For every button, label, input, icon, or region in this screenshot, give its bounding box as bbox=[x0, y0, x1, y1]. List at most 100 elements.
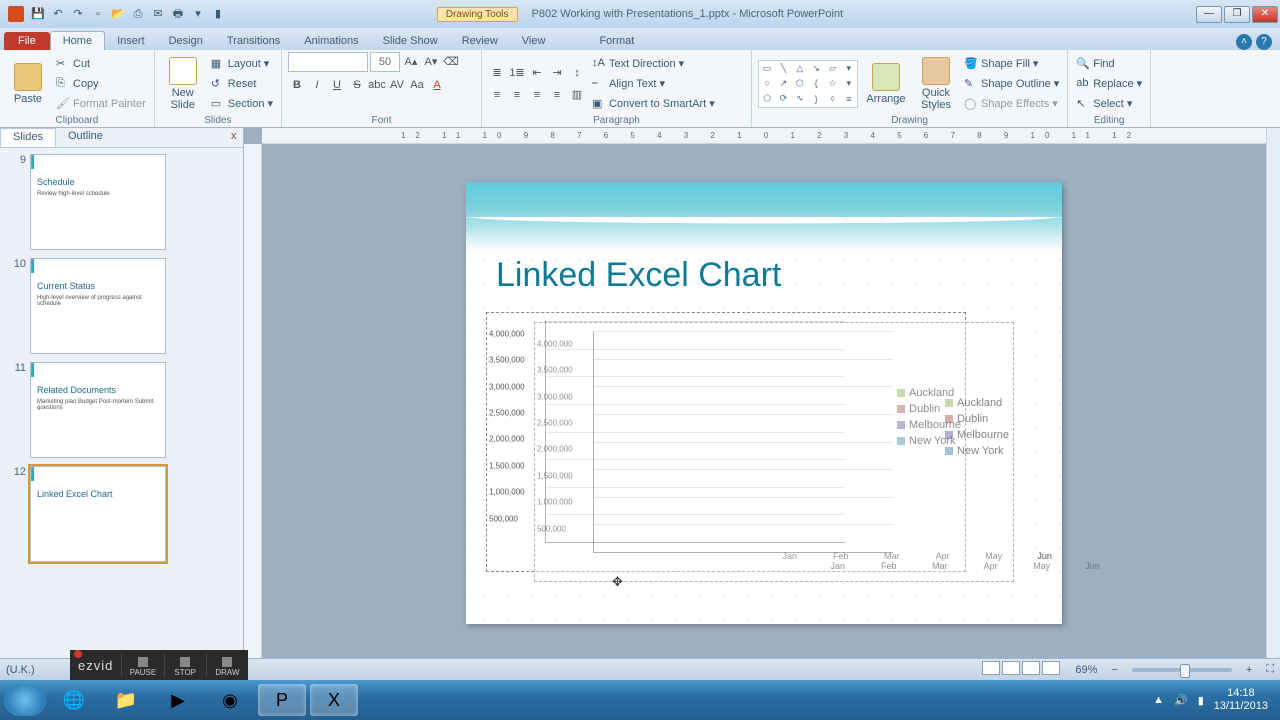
slide-thumbnail[interactable]: 11 Related DocumentsMarketing plan Budge… bbox=[8, 362, 239, 458]
zoom-level[interactable]: 69% bbox=[1075, 664, 1097, 676]
taskbar-media[interactable]: ▶ bbox=[154, 684, 202, 716]
tab-slides[interactable]: Slides bbox=[0, 128, 56, 147]
align-text-button[interactable]: ⎯Align Text ▾ bbox=[590, 74, 717, 93]
qat-icon[interactable]: ✉ bbox=[150, 6, 166, 22]
font-family-combo[interactable] bbox=[288, 52, 368, 72]
font-size-combo[interactable]: 50 bbox=[370, 52, 400, 72]
spacing-button[interactable]: AV bbox=[388, 76, 406, 94]
save-icon[interactable]: 💾 bbox=[30, 6, 46, 22]
taskbar-excel[interactable]: X bbox=[310, 684, 358, 716]
chart-icon[interactable]: ▮ bbox=[210, 6, 226, 22]
tray-flag-icon[interactable]: ▲ bbox=[1153, 694, 1164, 706]
open-icon[interactable]: 📂 bbox=[110, 6, 126, 22]
linespacing-icon[interactable]: ↕ bbox=[568, 64, 586, 82]
numbering-icon[interactable]: 1≣ bbox=[508, 64, 526, 82]
sorter-view-button[interactable] bbox=[1002, 661, 1020, 675]
qat-dropdown-icon[interactable]: ▾ bbox=[190, 6, 206, 22]
help-icon[interactable]: ? bbox=[1256, 34, 1272, 50]
vertical-scrollbar[interactable] bbox=[1266, 128, 1280, 662]
minimize-ribbon-icon[interactable]: ˄ bbox=[1236, 34, 1252, 50]
italic-button[interactable]: I bbox=[308, 76, 326, 94]
shape-fill-button[interactable]: 🪣Shape Fill ▾ bbox=[962, 54, 1061, 73]
align-right-icon[interactable]: ≡ bbox=[528, 86, 546, 104]
format-painter-button[interactable]: 🖌Format Painter bbox=[54, 94, 148, 113]
start-button[interactable] bbox=[4, 684, 46, 716]
shape-outline-button[interactable]: ✎Shape Outline ▾ bbox=[962, 74, 1061, 93]
text-direction-button[interactable]: ↕AText Direction ▾ bbox=[590, 54, 717, 73]
normal-view-button[interactable] bbox=[982, 661, 1000, 675]
paste-button[interactable]: Paste bbox=[6, 54, 50, 114]
zoom-slider[interactable] bbox=[1132, 668, 1232, 672]
replace-button[interactable]: abReplace ▾ bbox=[1074, 74, 1144, 93]
slide-title[interactable]: Linked Excel Chart bbox=[496, 256, 781, 295]
close-pane-button[interactable]: x bbox=[219, 128, 243, 147]
slideshow-view-button[interactable] bbox=[1042, 661, 1060, 675]
quick-styles-button[interactable]: Quick Styles bbox=[914, 54, 958, 114]
tab-animations[interactable]: Animations bbox=[292, 32, 370, 50]
underline-button[interactable]: U bbox=[328, 76, 346, 94]
linked-chart-drag-ghost[interactable]: 500,0001,000,0001,500,0002,000,0002,500,… bbox=[534, 322, 1014, 582]
layout-button[interactable]: ▦Layout ▾ bbox=[209, 54, 275, 73]
find-button[interactable]: 🔍Find bbox=[1074, 54, 1144, 73]
taskbar-clock[interactable]: 14:1813/11/2013 bbox=[1214, 687, 1268, 713]
columns-icon[interactable]: ▥ bbox=[568, 86, 586, 104]
slide-thumbnail[interactable]: 9 ScheduleReview high-level schedule bbox=[8, 154, 239, 250]
tab-outline[interactable]: Outline bbox=[56, 128, 115, 147]
new-icon[interactable]: ▫ bbox=[90, 6, 106, 22]
recorder-stop-button[interactable]: STOP bbox=[164, 654, 206, 677]
strike-button[interactable]: S bbox=[348, 76, 366, 94]
cut-button[interactable]: ✂Cut bbox=[54, 54, 148, 73]
zoom-out-button[interactable]: − bbox=[1111, 664, 1117, 676]
new-slide-button[interactable]: New Slide bbox=[161, 54, 205, 114]
case-button[interactable]: Aa bbox=[408, 76, 426, 94]
reset-button[interactable]: ↺Reset bbox=[209, 74, 275, 93]
qat-icon[interactable]: ⎙ bbox=[130, 6, 146, 22]
maximize-button[interactable]: ❐ bbox=[1224, 6, 1250, 23]
convert-smartart-button[interactable]: ▣Convert to SmartArt ▾ bbox=[590, 94, 717, 113]
tray-battery-icon[interactable]: ▮ bbox=[1198, 694, 1204, 707]
tab-slideshow[interactable]: Slide Show bbox=[371, 32, 450, 50]
slide-thumbnail[interactable]: 12 Linked Excel Chart bbox=[8, 466, 239, 562]
select-button[interactable]: ↖Select ▾ bbox=[1074, 94, 1144, 113]
taskbar-ie[interactable]: 🌐 bbox=[50, 684, 98, 716]
close-button[interactable]: ✕ bbox=[1252, 6, 1278, 23]
print-icon[interactable]: 🖶 bbox=[170, 6, 186, 22]
copy-button[interactable]: ⎘Copy bbox=[54, 74, 148, 93]
tab-design[interactable]: Design bbox=[157, 32, 215, 50]
tab-insert[interactable]: Insert bbox=[105, 32, 157, 50]
clear-format-icon[interactable]: ⌫ bbox=[442, 52, 460, 70]
tab-format[interactable]: Format bbox=[587, 32, 646, 50]
slide[interactable]: Linked Excel Chart 500,0001,000,0001,500… bbox=[466, 182, 1062, 624]
slide-thumbnail[interactable]: 10 Current StatusHigh-level overview of … bbox=[8, 258, 239, 354]
tab-home[interactable]: Home bbox=[50, 31, 105, 50]
tab-transitions[interactable]: Transitions bbox=[215, 32, 292, 50]
undo-icon[interactable]: ↶ bbox=[50, 6, 66, 22]
align-center-icon[interactable]: ≡ bbox=[508, 86, 526, 104]
arrange-button[interactable]: Arrange bbox=[862, 54, 910, 114]
bullets-icon[interactable]: ≣ bbox=[488, 64, 506, 82]
outdent-icon[interactable]: ⇤ bbox=[528, 64, 546, 82]
align-left-icon[interactable]: ≡ bbox=[488, 86, 506, 104]
taskbar-chrome[interactable]: ◉ bbox=[206, 684, 254, 716]
tab-view[interactable]: View bbox=[510, 32, 558, 50]
taskbar-powerpoint[interactable]: P bbox=[258, 684, 306, 716]
shrink-font-icon[interactable]: A▾ bbox=[422, 52, 440, 70]
indent-icon[interactable]: ⇥ bbox=[548, 64, 566, 82]
shape-effects-button[interactable]: ◯Shape Effects ▾ bbox=[962, 94, 1061, 113]
language-indicator[interactable]: (U.K.) bbox=[6, 664, 35, 676]
shapes-gallery[interactable]: ▭╲△↘▱▾ ○↗⬡{☆▾ ⬠⟳∿}⬨≡ bbox=[758, 60, 858, 108]
tray-network-icon[interactable]: 🔊 bbox=[1174, 694, 1188, 707]
fit-window-button[interactable]: ⛶ bbox=[1266, 663, 1274, 676]
justify-icon[interactable]: ≡ bbox=[548, 86, 566, 104]
reading-view-button[interactable] bbox=[1022, 661, 1040, 675]
taskbar-explorer[interactable]: 📁 bbox=[102, 684, 150, 716]
bold-button[interactable]: B bbox=[288, 76, 306, 94]
tab-review[interactable]: Review bbox=[450, 32, 510, 50]
recorder-draw-button[interactable]: DRAW bbox=[206, 654, 248, 677]
recorder-pause-button[interactable]: PAUSE bbox=[121, 654, 163, 677]
zoom-in-button[interactable]: + bbox=[1246, 664, 1252, 676]
section-button[interactable]: ▭Section ▾ bbox=[209, 94, 275, 113]
file-tab[interactable]: File bbox=[4, 32, 50, 50]
font-color-button[interactable]: A bbox=[428, 76, 446, 94]
redo-icon[interactable]: ↷ bbox=[70, 6, 86, 22]
